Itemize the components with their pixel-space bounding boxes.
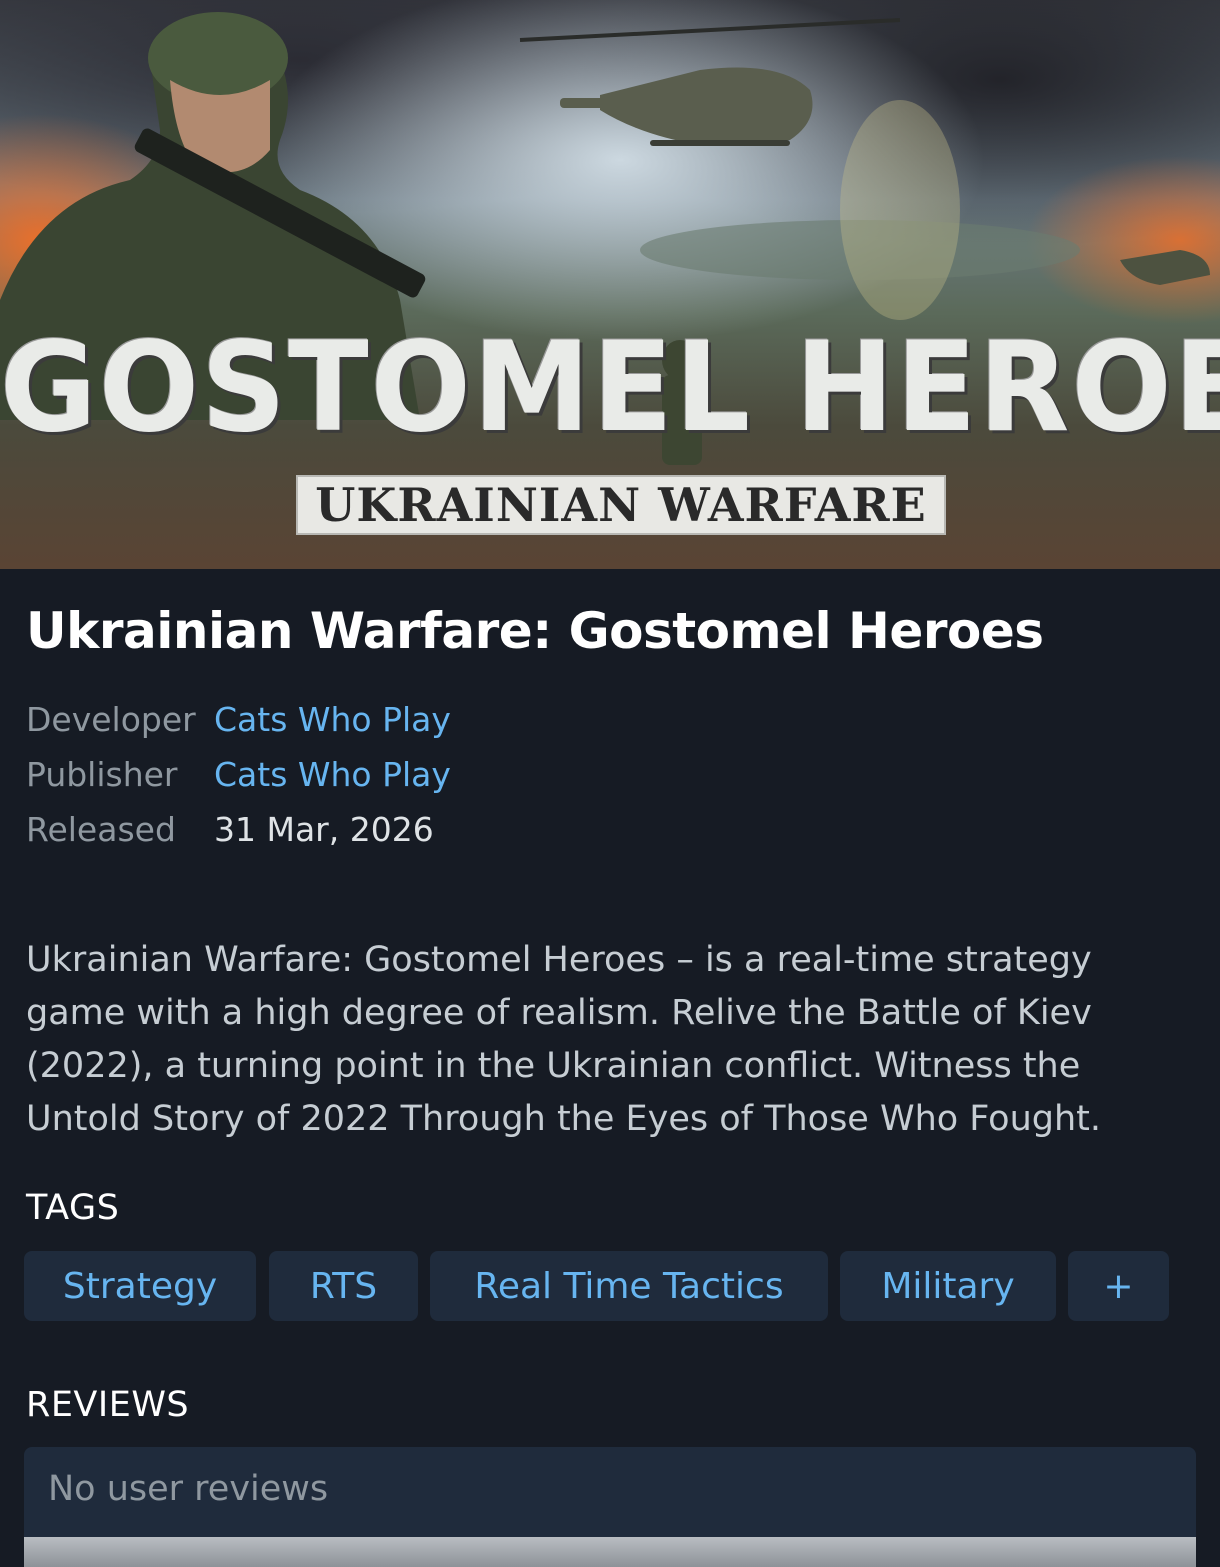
game-description: Ukrainian Warfare: Gostomel Heroes – is … [26, 940, 1102, 1139]
released-label: Released [26, 810, 176, 849]
release-date: 31 Mar, 2026 [214, 810, 434, 849]
reviews-panel: No user reviews [24, 1447, 1196, 1567]
developer-row: Developer Cats Who Play [26, 700, 451, 739]
reviews-heading: REVIEWS [26, 1385, 190, 1425]
developer-link[interactable]: Cats Who Play [214, 700, 451, 739]
publisher-row: Publisher Cats Who Play [26, 755, 451, 794]
game-logo-subtitle: UKRAINIAN WARFARE [296, 475, 946, 535]
game-title: Ukrainian Warfare: Gostomel Heroes [26, 602, 1044, 660]
developer-label: Developer [26, 700, 196, 739]
publisher-label: Publisher [26, 755, 178, 794]
tags-more-button[interactable]: + [1068, 1251, 1169, 1321]
tag-rts[interactable]: RTS [269, 1251, 418, 1321]
no-reviews-text: No user reviews [48, 1469, 329, 1509]
game-logo-title: GOSTOMEL HEROES [0, 314, 1220, 460]
tag-military[interactable]: Military [840, 1251, 1056, 1321]
tag-real-time-tactics[interactable]: Real Time Tactics [430, 1251, 828, 1321]
tags-heading: TAGS [26, 1188, 120, 1228]
tag-strategy[interactable]: Strategy [24, 1251, 256, 1321]
released-row: Released 31 Mar, 2026 [26, 810, 434, 849]
publisher-link[interactable]: Cats Who Play [214, 755, 451, 794]
screenshot-thumbnail[interactable] [24, 1537, 1196, 1567]
header-capsule-image: GOSTOMEL HEROES UKRAINIAN WARFARE [0, 0, 1220, 569]
